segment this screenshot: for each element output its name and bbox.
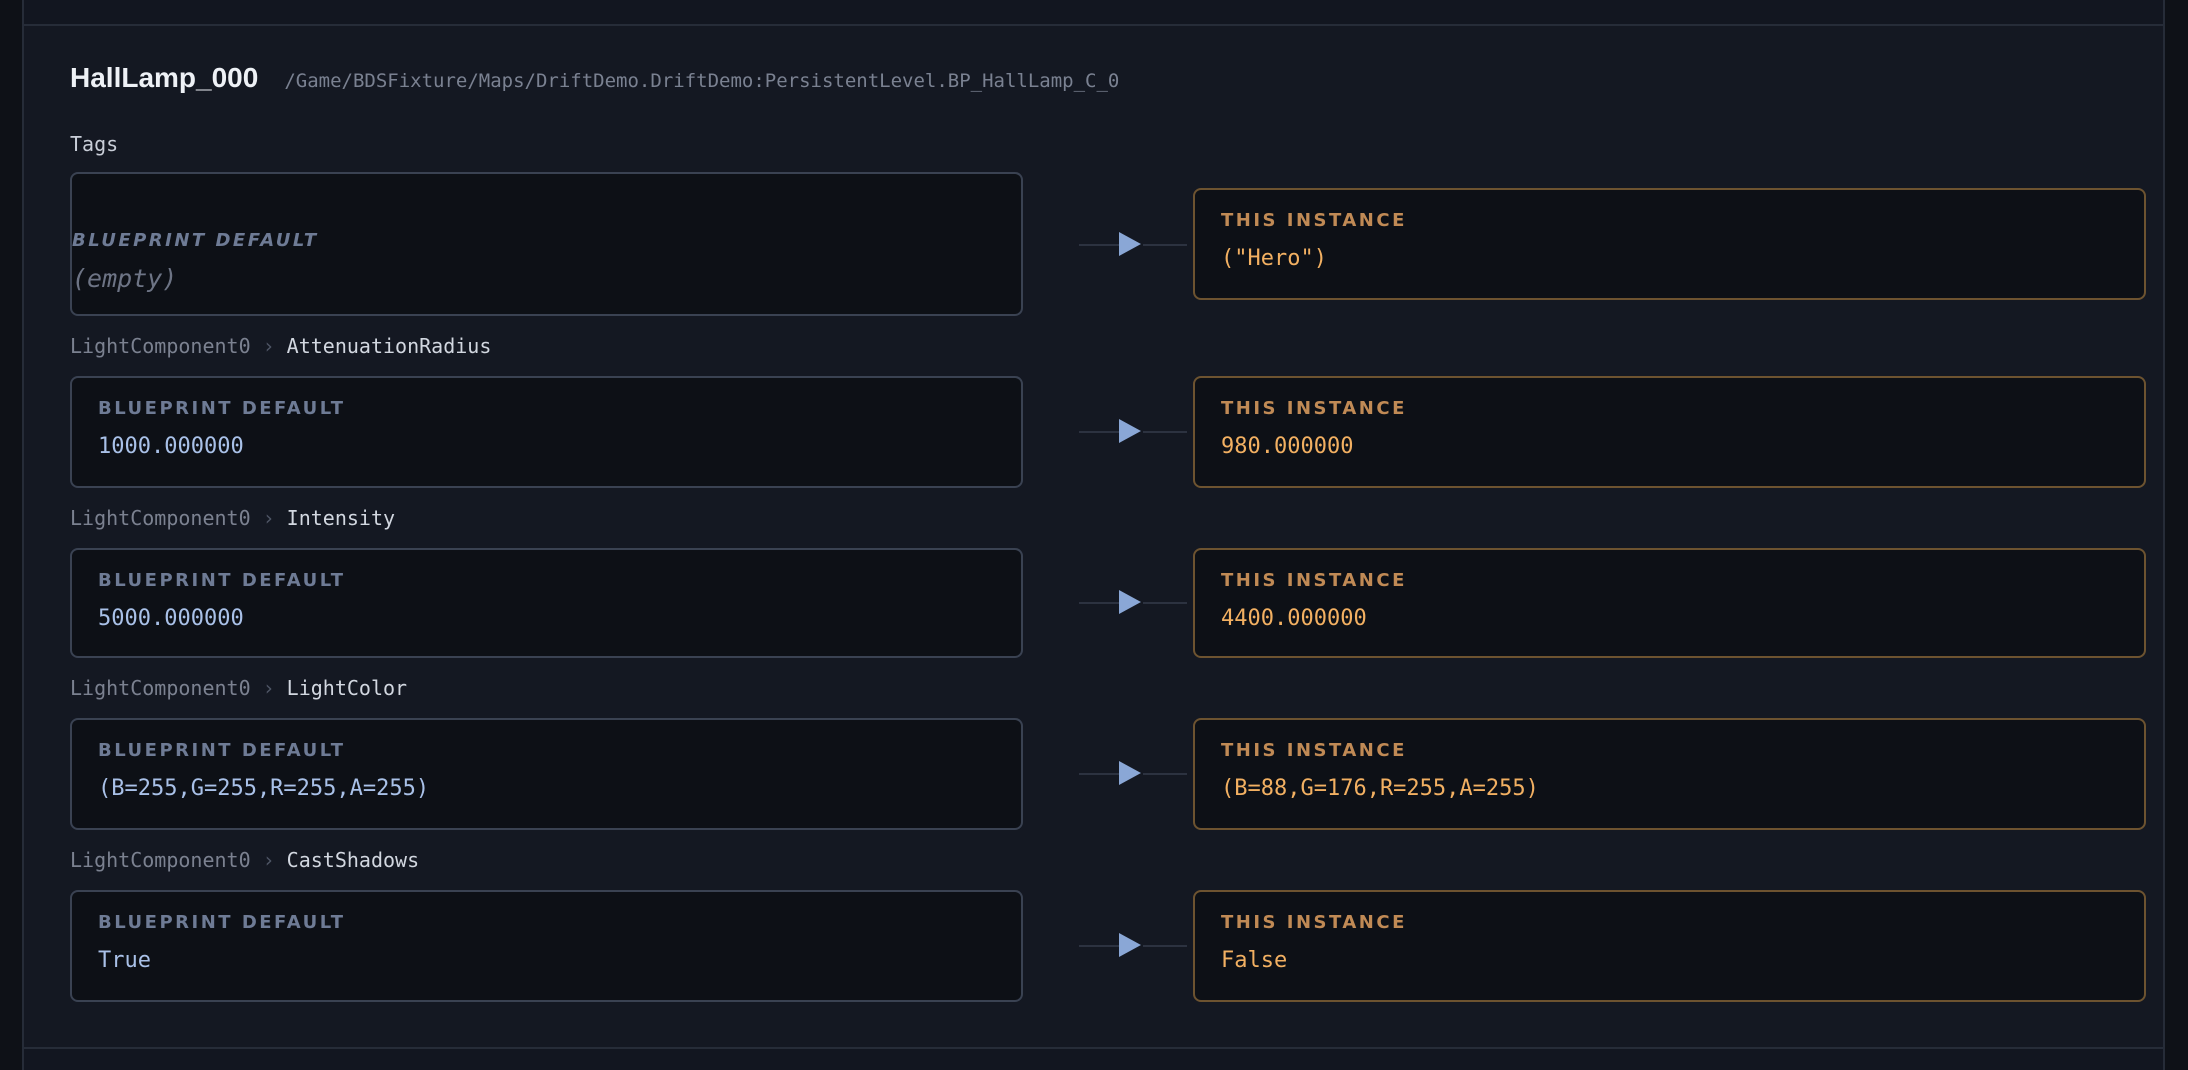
instance-card: THIS INSTANCE (B=88,G=176,R=255,A=255) bbox=[1193, 718, 2146, 830]
instance-card: THIS INSTANCE False bbox=[1193, 890, 2146, 1002]
property-diff-tags: Tags BLUEPRINT DEFAULT (empty) THIS INST… bbox=[70, 132, 2146, 316]
connector-line bbox=[1143, 602, 1187, 604]
component-name: LightComponent0 bbox=[70, 848, 251, 872]
component-name: LightComponent0 bbox=[70, 506, 251, 530]
component-name: LightComponent0 bbox=[70, 334, 251, 358]
blueprint-default-card: BLUEPRINT DEFAULT (B=255,G=255,R=255,A=2… bbox=[70, 718, 1023, 830]
instance-heading: THIS INSTANCE bbox=[1221, 740, 1407, 761]
connector-line bbox=[1143, 244, 1187, 246]
arrow-right-icon bbox=[1119, 419, 1141, 443]
blueprint-default-heading: BLUEPRINT DEFAULT bbox=[98, 740, 346, 761]
blueprint-default-card: BLUEPRINT DEFAULT True bbox=[70, 890, 1023, 1002]
property-diff-intensity: LightComponent0 › Intensity BLUEPRINT DEFA… bbox=[70, 506, 2146, 658]
panel-top-band bbox=[24, 0, 2163, 24]
property-name: AttenuationRadius bbox=[286, 334, 492, 358]
property-diff-cast-shadows: LightComponent0 › CastShadows BLUEPRINT DE… bbox=[70, 848, 2146, 1002]
property-label: LightComponent0 › CastShadows bbox=[70, 848, 419, 872]
breadcrumb-separator: › bbox=[262, 848, 275, 872]
blueprint-default-card: BLUEPRINT DEFAULT 1000.000000 bbox=[70, 376, 1023, 488]
arrow-right-icon bbox=[1119, 761, 1141, 785]
property-name: CastShadows bbox=[286, 848, 420, 872]
arrow-right-icon bbox=[1119, 232, 1141, 256]
property-diff-light-color: LightComponent0 › LightColor BLUEPRINT DEF… bbox=[70, 676, 2146, 830]
blueprint-default-value: True bbox=[98, 948, 151, 973]
component-name: LightComponent0 bbox=[70, 676, 251, 700]
actor-header: HallLamp_000 /Game/BDSFixture/Maps/Drift… bbox=[70, 62, 1119, 94]
blueprint-default-heading: BLUEPRINT DEFAULT bbox=[98, 398, 346, 419]
instance-card: THIS INSTANCE ("Hero") bbox=[1193, 188, 2146, 300]
instance-value: 4400.000000 bbox=[1221, 606, 1367, 631]
property-label: LightComponent0 › AttenuationRadius bbox=[70, 334, 491, 358]
diff-connector bbox=[1079, 419, 1187, 445]
actor-path: /Game/BDSFixture/Maps/DriftDemo.DriftDem… bbox=[284, 70, 1120, 92]
connector-line bbox=[1079, 431, 1123, 433]
instance-value: ("Hero") bbox=[1221, 246, 1327, 271]
connector-line bbox=[1143, 945, 1187, 947]
instance-card: THIS INSTANCE 980.000000 bbox=[1193, 376, 2146, 488]
property-name: LightColor bbox=[286, 676, 408, 700]
blueprint-default-heading: BLUEPRINT DEFAULT bbox=[72, 230, 319, 251]
breadcrumb-separator: › bbox=[262, 334, 275, 358]
arrow-right-icon bbox=[1119, 590, 1141, 614]
blueprint-default-card: BLUEPRINT DEFAULT (empty) bbox=[70, 172, 1023, 316]
connector-line bbox=[1079, 773, 1123, 775]
diff-connector bbox=[1079, 590, 1187, 616]
property-diff-attenuation-radius: LightComponent0 › AttenuationRadius BLUEPR… bbox=[70, 334, 2146, 488]
property-label: Tags bbox=[70, 132, 118, 156]
connector-line bbox=[1143, 431, 1187, 433]
blueprint-default-value: 5000.000000 bbox=[98, 606, 244, 631]
panel-bottom-band bbox=[24, 1049, 2163, 1070]
blueprint-default-value: (empty) bbox=[72, 264, 178, 293]
property-name: Tags bbox=[70, 132, 119, 156]
connector-line bbox=[1079, 602, 1123, 604]
actor-name: HallLamp_000 bbox=[70, 62, 259, 93]
diff-panel: HallLamp_000 /Game/BDSFixture/Maps/Drift… bbox=[22, 0, 2165, 1070]
blueprint-default-heading: BLUEPRINT DEFAULT bbox=[98, 912, 346, 933]
instance-value: (B=88,G=176,R=255,A=255) bbox=[1221, 776, 1539, 801]
diff-connector bbox=[1079, 933, 1187, 959]
connector-line bbox=[1079, 244, 1123, 246]
instance-heading: THIS INSTANCE bbox=[1221, 398, 1407, 419]
arrow-right-icon bbox=[1119, 933, 1141, 957]
diff-connector bbox=[1079, 761, 1187, 787]
instance-value: 980.000000 bbox=[1221, 434, 1354, 459]
instance-card: THIS INSTANCE 4400.000000 bbox=[1193, 548, 2146, 658]
property-label: LightComponent0 › Intensity bbox=[70, 506, 395, 530]
breadcrumb-separator: › bbox=[262, 506, 275, 530]
connector-line bbox=[1143, 773, 1187, 775]
blueprint-default-card: BLUEPRINT DEFAULT 5000.000000 bbox=[70, 548, 1023, 658]
instance-heading: THIS INSTANCE bbox=[1221, 912, 1407, 933]
connector-line bbox=[1079, 945, 1123, 947]
instance-heading: THIS INSTANCE bbox=[1221, 570, 1407, 591]
blueprint-default-heading: BLUEPRINT DEFAULT bbox=[98, 570, 346, 591]
divider bbox=[24, 24, 2163, 26]
diff-connector bbox=[1079, 232, 1187, 258]
blueprint-default-value: (B=255,G=255,R=255,A=255) bbox=[98, 776, 430, 801]
instance-value: False bbox=[1221, 948, 1288, 973]
property-label: LightComponent0 › LightColor bbox=[70, 676, 407, 700]
property-name: Intensity bbox=[286, 506, 396, 530]
blueprint-default-value: 1000.000000 bbox=[98, 434, 244, 459]
instance-heading: THIS INSTANCE bbox=[1221, 210, 1407, 231]
breadcrumb-separator: › bbox=[262, 676, 275, 700]
